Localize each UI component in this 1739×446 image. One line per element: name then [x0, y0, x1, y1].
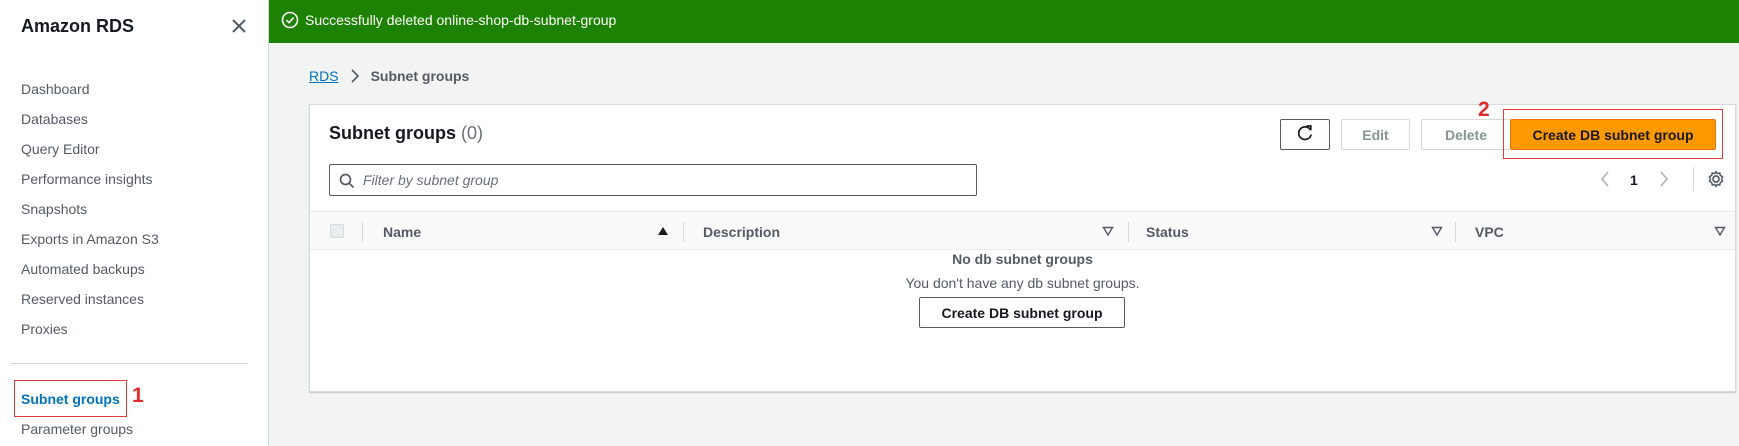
breadcrumb-rds-link[interactable]: RDS [309, 68, 339, 84]
close-icon[interactable] [229, 16, 249, 36]
panel-title-text: Subnet groups [329, 123, 456, 143]
page-number[interactable]: 1 [1630, 172, 1638, 188]
sort-down-icon[interactable] [1430, 224, 1444, 238]
panel-title: Subnet groups (0) [329, 123, 483, 144]
sidebar-divider [10, 363, 248, 364]
panel-count: (0) [461, 123, 484, 143]
column-separator [362, 222, 363, 242]
pagination-divider [1693, 167, 1694, 191]
column-separator [683, 222, 684, 242]
sidebar-item-automated-backups[interactable]: Automated backups [21, 261, 145, 277]
refresh-icon [1296, 124, 1314, 145]
empty-state-message: You don't have any db subnet groups. [905, 275, 1140, 291]
annotation-box-2 [1503, 109, 1723, 159]
edit-button[interactable]: Edit [1341, 119, 1410, 150]
breadcrumb-current: Subnet groups [370, 68, 470, 84]
select-all-checkbox[interactable] [330, 224, 344, 238]
flash-message: Successfully deleted online-shop-db-subn… [305, 12, 617, 28]
sidebar-title: Amazon RDS [21, 16, 135, 36]
delete-button[interactable]: Delete [1421, 119, 1511, 150]
sidebar-item-snapshots[interactable]: Snapshots [21, 201, 87, 217]
sort-ascending-icon[interactable] [656, 224, 670, 238]
sidebar-item-databases[interactable]: Databases [21, 111, 88, 127]
next-page-icon[interactable] [1657, 167, 1671, 191]
sidebar-item-performance-insights[interactable]: Performance insights [21, 171, 153, 187]
chevron-right-icon [349, 69, 361, 83]
sidebar-item-exports-s3[interactable]: Exports in Amazon S3 [21, 231, 159, 247]
column-header-status[interactable]: Status [1146, 224, 1189, 240]
sort-down-icon[interactable] [1101, 224, 1115, 238]
breadcrumb: RDS Subnet groups [309, 68, 469, 84]
empty-state-title: No db subnet groups [952, 251, 1093, 267]
column-header-description[interactable]: Description [703, 224, 780, 240]
check-circle-icon [281, 11, 299, 29]
refresh-button[interactable] [1280, 119, 1330, 150]
sidebar-item-dashboard[interactable]: Dashboard [21, 81, 90, 97]
sort-down-icon[interactable] [1713, 224, 1727, 238]
sidebar-item-reserved-instances[interactable]: Reserved instances [21, 291, 144, 307]
column-separator [1455, 222, 1456, 242]
sidebar-item-query-editor[interactable]: Query Editor [21, 141, 100, 157]
annotation-number-1: 1 [132, 384, 144, 407]
annotation-number-2: 2 [1478, 98, 1490, 121]
success-flashbar: Successfully deleted online-shop-db-subn… [269, 0, 1739, 43]
empty-state-create-button[interactable]: Create DB subnet group [919, 297, 1125, 328]
column-separator [1128, 222, 1129, 242]
column-header-vpc[interactable]: VPC [1475, 224, 1504, 240]
gear-icon[interactable] [1706, 169, 1726, 189]
filter-field [329, 164, 977, 196]
table-header: Name Description Status VPC [310, 211, 1735, 250]
search-icon [339, 173, 355, 189]
annotation-box-1 [14, 380, 127, 417]
filter-input[interactable] [363, 165, 963, 195]
column-header-name[interactable]: Name [383, 224, 421, 240]
sidebar-item-proxies[interactable]: Proxies [21, 321, 68, 337]
sidebar-item-parameter-groups[interactable]: Parameter groups [21, 421, 133, 437]
previous-page-icon[interactable] [1598, 167, 1612, 191]
